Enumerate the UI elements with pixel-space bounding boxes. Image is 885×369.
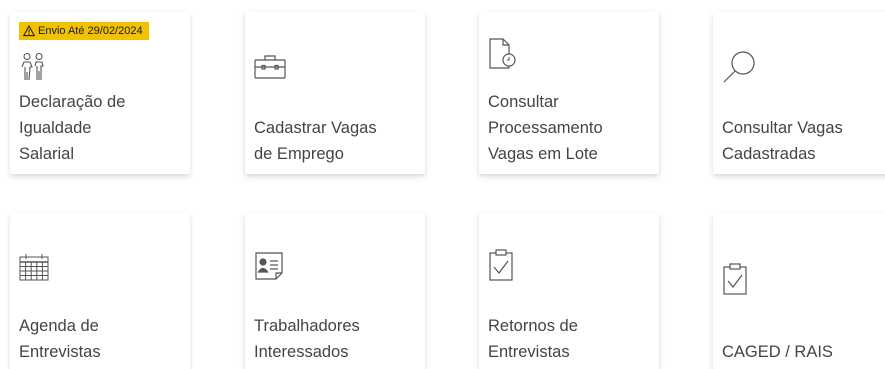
card-consultar-processamento[interactable]: Consultar Processamento Vagas em Lote <box>479 12 659 174</box>
card-retornos-entrevistas[interactable]: Retornos de Entrevistas <box>479 213 659 369</box>
card-label: Trabalhadores Interessados <box>254 317 360 361</box>
card-consultar-vagas-cadastradas[interactable]: Consultar Vagas Cadastradas <box>713 12 885 174</box>
people-equality-icon <box>19 52 47 82</box>
card-label: Consultar Processamento Vagas em Lote <box>488 93 603 163</box>
briefcase-icon <box>254 54 286 80</box>
clipboard-check-icon <box>488 249 514 281</box>
clipboard-check-icon <box>722 263 748 295</box>
id-card-icon <box>254 251 286 281</box>
card-trabalhadores-interessados[interactable]: Trabalhadores Interessados <box>245 213 425 369</box>
warning-icon <box>22 24 36 37</box>
document-clock-icon <box>488 38 516 70</box>
card-caged-rais[interactable]: CAGED / RAIS <box>713 213 885 369</box>
deadline-badge-text: Envio Até 29/02/2024 <box>38 25 143 37</box>
card-label: Declaração de Igualdade Salarial <box>19 93 126 163</box>
card-label: Retornos de Entrevistas <box>488 317 578 361</box>
card-label: Consultar Vagas Cadastradas <box>722 119 843 163</box>
card-label: CAGED / RAIS <box>722 343 833 361</box>
card-label: Cadastrar Vagas de Emprego <box>254 119 377 163</box>
card-cadastrar-vagas[interactable]: Cadastrar Vagas de Emprego <box>245 12 425 174</box>
card-declaracao-igualdade-salarial[interactable]: Envio Até 29/02/2024 Declaração de Igual… <box>10 12 190 174</box>
calendar-icon <box>19 253 49 281</box>
services-grid: Envio Até 29/02/2024 Declaração de Igual… <box>0 0 885 369</box>
card-agenda-entrevistas[interactable]: Agenda de Entrevistas <box>10 213 190 369</box>
card-label: Agenda de Entrevistas <box>19 317 101 361</box>
deadline-badge: Envio Até 29/02/2024 <box>19 22 149 40</box>
search-icon <box>722 50 756 84</box>
